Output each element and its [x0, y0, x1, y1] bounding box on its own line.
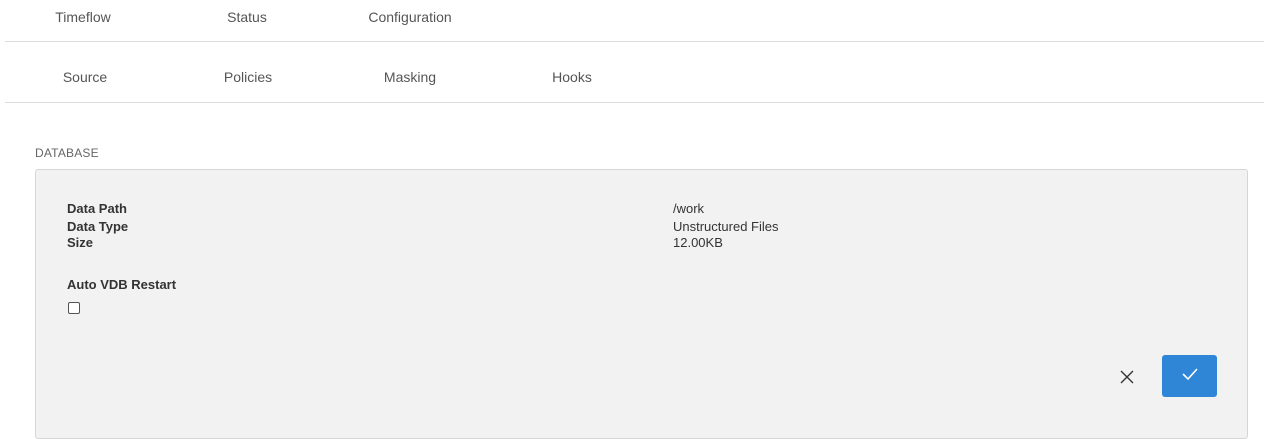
auto-vdb-restart-checkbox[interactable] — [68, 302, 80, 314]
tab-masking[interactable]: Masking — [384, 69, 436, 85]
detail-label: Data Path — [67, 201, 127, 216]
confirm-button[interactable] — [1162, 355, 1217, 397]
sub-tab-bar: Source Policies Masking Hooks — [5, 42, 1264, 103]
cancel-button[interactable] — [1114, 366, 1140, 392]
tab-timeflow[interactable]: Timeflow — [55, 9, 111, 25]
tab-status[interactable]: Status — [227, 9, 267, 25]
tab-policies[interactable]: Policies — [224, 69, 272, 85]
tab-source[interactable]: Source — [63, 69, 107, 85]
detail-label: Size — [67, 235, 94, 250]
detail-value: Unstructured Files — [673, 219, 779, 234]
detail-value: /work — [673, 201, 705, 216]
database-panel: Data Path /work Data Type Unstructured F… — [35, 169, 1248, 439]
tab-configuration[interactable]: Configuration — [368, 9, 451, 25]
section-title: DATABASE — [35, 146, 99, 160]
tab-hooks[interactable]: Hooks — [552, 69, 592, 85]
detail-label: Data Type — [67, 219, 129, 234]
auto-vdb-restart-label: Auto VDB Restart — [67, 277, 177, 292]
top-tab-bar: Timeflow Status Configuration — [5, 0, 1264, 42]
detail-value: 12.00KB — [673, 235, 723, 250]
checkmark-icon — [1181, 367, 1199, 386]
close-icon — [1119, 369, 1135, 390]
